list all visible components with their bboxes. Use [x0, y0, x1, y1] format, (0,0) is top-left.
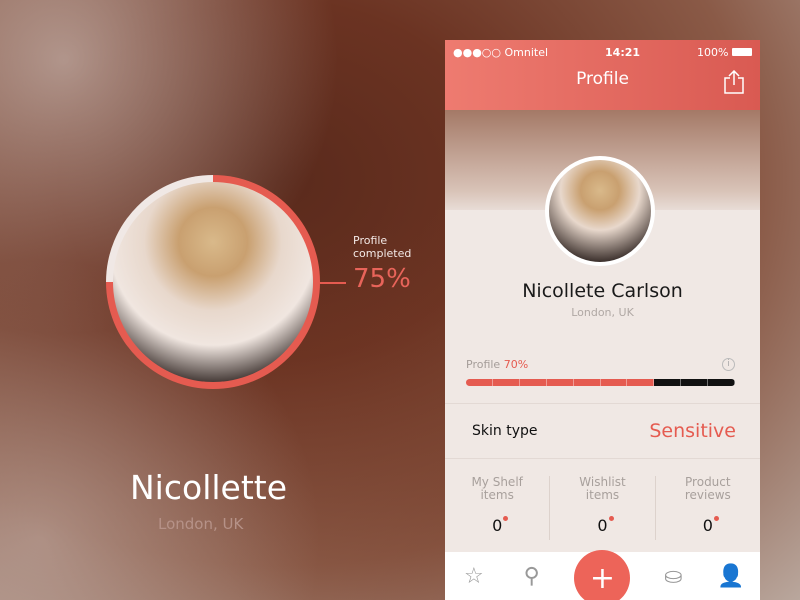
- phone-screen: ●●●○○ Omnitel 14:21 100% Profile Nicolle…: [445, 40, 760, 600]
- profile-completed-value: 75%: [353, 264, 411, 294]
- progress-bar: [466, 379, 735, 386]
- progress-segment: [519, 379, 547, 386]
- share-icon[interactable]: [724, 70, 744, 94]
- profile-name: Nicollete Carlson: [522, 280, 683, 302]
- progress-segment: [573, 379, 601, 386]
- stat-reviews[interactable]: Product reviews 0: [656, 476, 760, 540]
- battery-icon: [732, 48, 752, 56]
- carrier: ●●●○○ Omnitel: [453, 46, 549, 59]
- skin-type-value: Sensitive: [649, 420, 736, 442]
- tab-bar: ☆ ⚲ + ⛀ 👤: [445, 550, 760, 600]
- profile-progress: Profile 70% i: [466, 358, 735, 386]
- battery: 100%: [697, 46, 752, 59]
- large-name: Nicollette: [130, 468, 288, 507]
- progress-segment: [627, 379, 655, 386]
- stats: My Shelf items 0 Wishlist items 0 Product …: [445, 476, 760, 540]
- header: ●●●○○ Omnitel 14:21 100% Profile: [445, 40, 760, 110]
- large-location: London, UK: [158, 515, 244, 533]
- star-icon[interactable]: ☆: [459, 561, 489, 591]
- progress-label: Profile: [466, 358, 501, 371]
- jar-icon[interactable]: ⛀: [658, 561, 688, 591]
- progress-segment: [492, 379, 520, 386]
- skin-type-label: Skin type: [472, 423, 538, 439]
- profile-progress-ring: [106, 175, 320, 389]
- progress-segment: [681, 379, 709, 386]
- progress-segment: [466, 379, 493, 386]
- avatar[interactable]: [545, 156, 655, 266]
- status-bar: ●●●○○ Omnitel 14:21 100%: [445, 40, 760, 59]
- progress-segment: [654, 379, 682, 386]
- user-icon[interactable]: 👤: [716, 561, 746, 591]
- info-icon[interactable]: i: [722, 358, 735, 371]
- progress-percent: 70%: [503, 358, 529, 371]
- search-icon[interactable]: ⚲: [517, 561, 547, 591]
- profile-completed-label: Profile completed: [353, 234, 412, 260]
- connector-line: [320, 282, 346, 284]
- avatar-large: [113, 182, 313, 382]
- stat-shelf[interactable]: My Shelf items 0: [445, 476, 551, 540]
- add-button[interactable]: +: [574, 550, 631, 600]
- profile-location: London, UK: [571, 306, 634, 319]
- time: 14:21: [605, 46, 641, 59]
- progress-segment: [600, 379, 628, 386]
- progress-segment: [546, 379, 574, 386]
- skin-type-row[interactable]: Skin type Sensitive: [445, 403, 760, 459]
- page-title: Profile: [576, 69, 629, 89]
- stat-wishlist[interactable]: Wishlist items 0: [550, 476, 656, 540]
- progress-segment: [708, 379, 735, 386]
